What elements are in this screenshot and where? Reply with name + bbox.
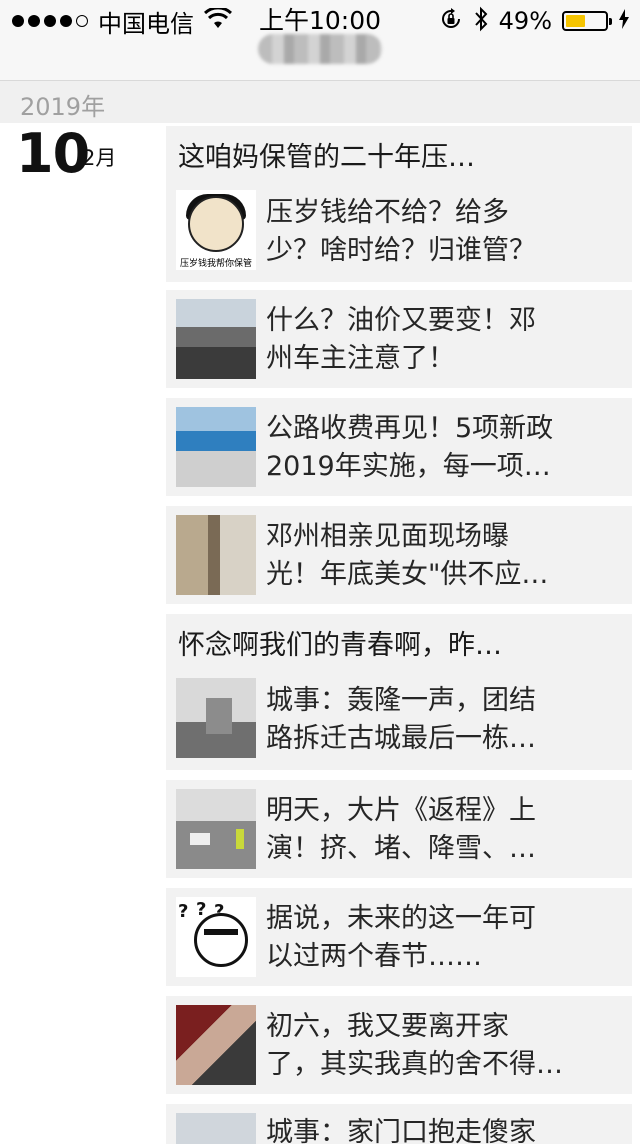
- thumbnail-caption: 压岁钱我帮你保管: [180, 259, 253, 269]
- date-day: 10: [16, 122, 90, 185]
- article-card[interactable]: 这咱妈保管的二十年压… 压岁钱我帮你保管 压岁钱给不给？给多 少？啥时给？归谁管…: [166, 126, 632, 282]
- article-thumbnail[interactable]: [176, 1113, 256, 1144]
- article-card[interactable]: 城事：家门口抱走傻家: [166, 1104, 632, 1144]
- article-card[interactable]: ? ? ? 据说，未来的这一年可 以过两个春节……: [166, 888, 632, 986]
- battery-level-fill: [566, 15, 585, 27]
- article-thumbnail[interactable]: [176, 1005, 256, 1085]
- year-label: 2019年: [20, 93, 106, 121]
- article-card[interactable]: 邓州相亲见面现场曝 光！年底美女"供不应…: [166, 506, 632, 604]
- article-card[interactable]: 初六，我又要离开家 了，其实我真的舍不得…: [166, 996, 632, 1094]
- rotation-lock-icon: [439, 7, 463, 35]
- article-card[interactable]: 怀念啊我们的青春啊，昨… 城事：轰隆一声，团结 路拆迁古城最后一栋…: [166, 614, 632, 770]
- bluetooth-icon: [473, 6, 489, 36]
- article-thumbnail[interactable]: [176, 515, 256, 595]
- article-headline[interactable]: 城事：轰隆一声，团结 路拆迁古城最后一栋…: [266, 682, 622, 758]
- charging-bolt-icon: [618, 8, 630, 34]
- article-headline[interactable]: 初六，我又要离开家 了，其实我真的舍不得…: [266, 1008, 622, 1084]
- article-headline[interactable]: 公路收费再见！5项新政 2019年实施，每一项…: [266, 410, 622, 486]
- article-thumbnail[interactable]: [176, 407, 256, 487]
- article-headline[interactable]: 城事：家门口抱走傻家: [266, 1114, 622, 1144]
- battery-icon: [562, 11, 612, 31]
- article-thumbnail[interactable]: [176, 299, 256, 379]
- year-header: 2019年: [0, 81, 640, 123]
- article-group-title[interactable]: 怀念啊我们的青春啊，昨…: [178, 628, 618, 664]
- article-group-title[interactable]: 这咱妈保管的二十年压…: [178, 140, 618, 176]
- article-card[interactable]: 什么？油价又要变！邓 州车主注意了！: [166, 290, 632, 388]
- article-headline[interactable]: 压岁钱给不给？给多 少？啥时给？归谁管？: [266, 194, 622, 270]
- article-card[interactable]: 公路收费再见！5项新政 2019年实施，每一项…: [166, 398, 632, 496]
- article-card[interactable]: 明天，大片《返程》上 演！挤、堵、降雪、…: [166, 780, 632, 878]
- article-headline[interactable]: 据说，未来的这一年可 以过两个春节……: [266, 900, 622, 976]
- date-month: 2月: [82, 146, 117, 170]
- battery-percent: 49%: [498, 7, 552, 35]
- article-headline[interactable]: 邓州相亲见面现场曝 光！年底美女"供不应…: [266, 518, 622, 594]
- blurred-account-name: [258, 34, 382, 64]
- article-thumbnail[interactable]: 压岁钱我帮你保管: [176, 190, 256, 270]
- article-thumbnail[interactable]: [176, 789, 256, 869]
- status-right: 49%: [439, 6, 630, 36]
- article-thumbnail[interactable]: [176, 678, 256, 758]
- status-bar: 中国电信 上午10:00 49%: [0, 0, 640, 81]
- article-thumbnail[interactable]: ? ? ?: [176, 897, 256, 977]
- article-headline[interactable]: 明天，大片《返程》上 演！挤、堵、降雪、…: [266, 792, 622, 868]
- article-headline[interactable]: 什么？油价又要变！邓 州车主注意了！: [266, 302, 622, 378]
